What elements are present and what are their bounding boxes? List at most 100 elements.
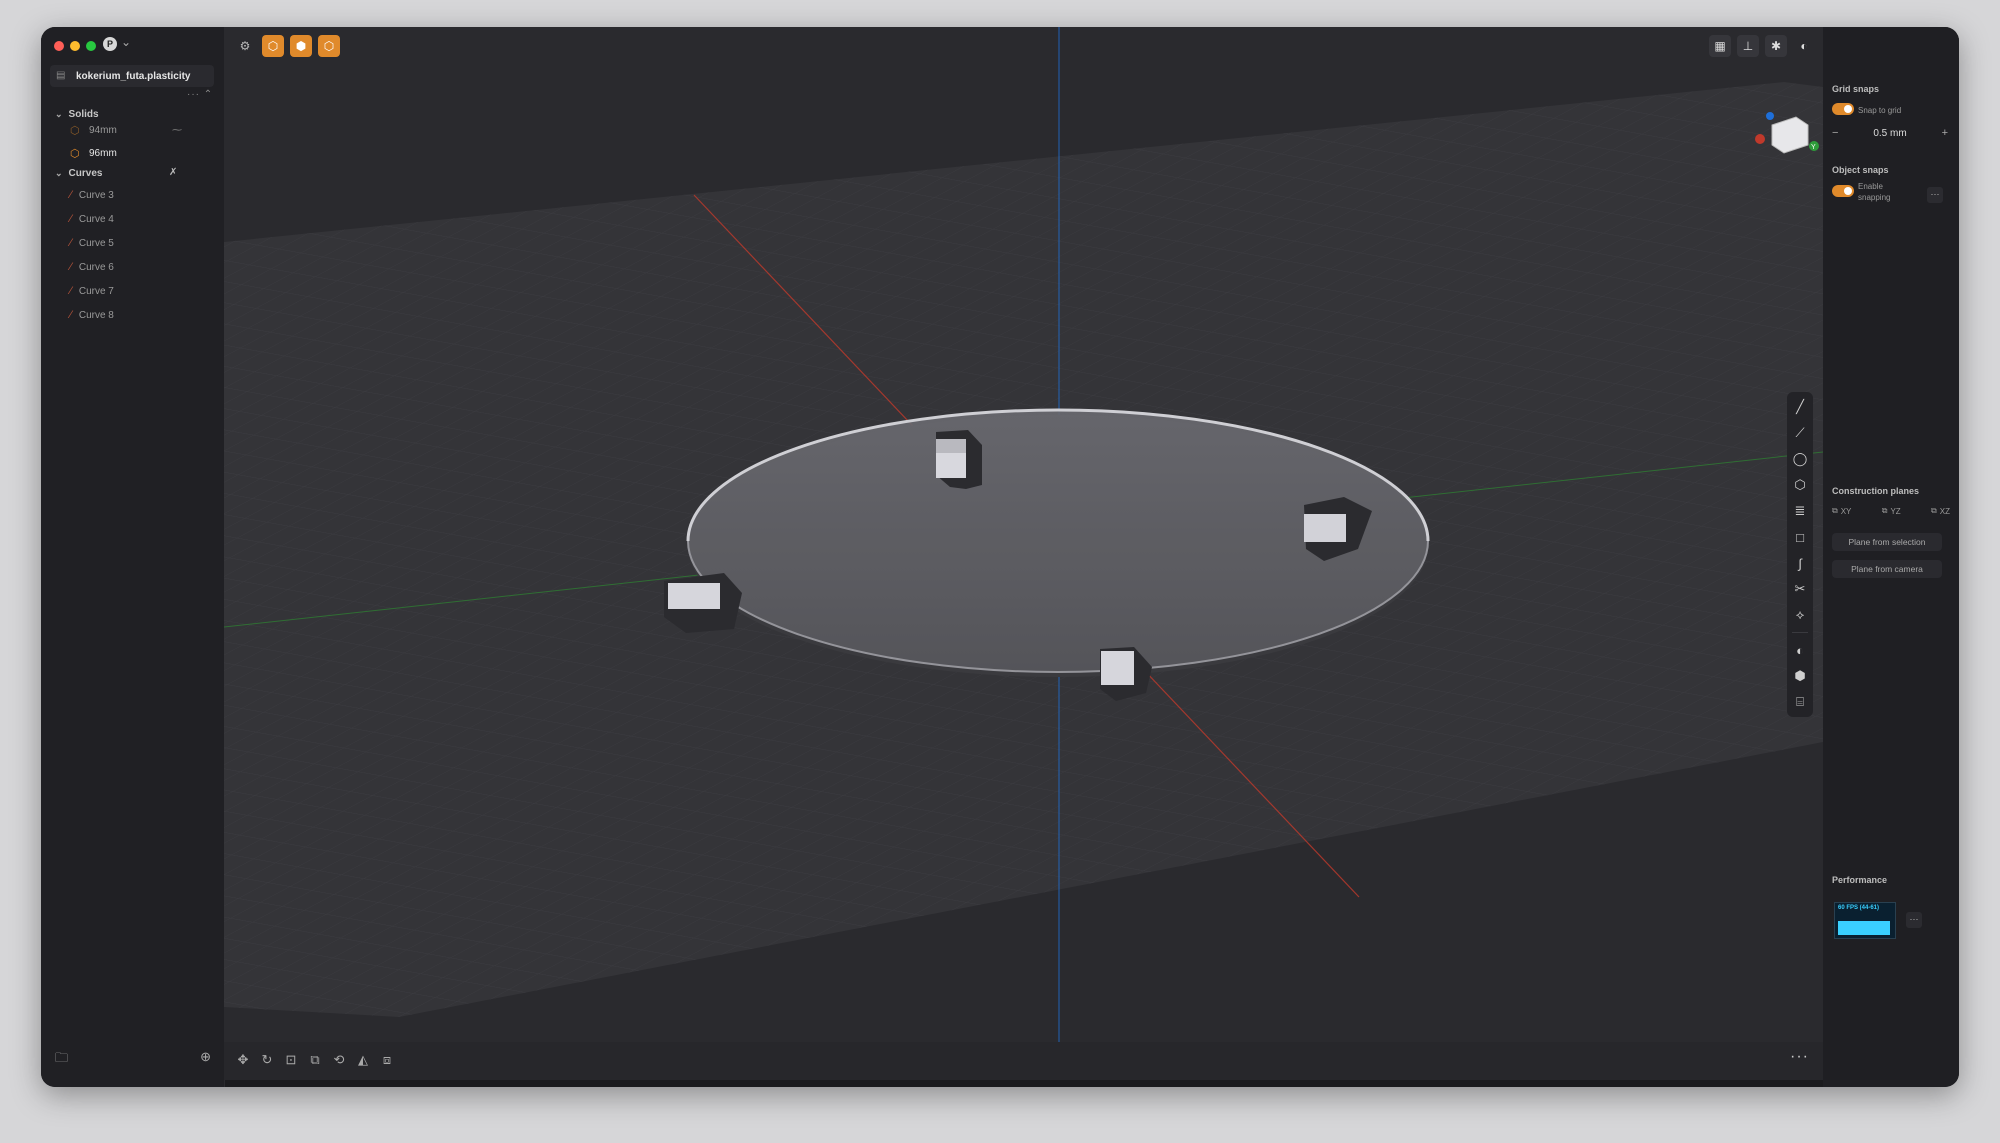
- file-tab[interactable]: ▤ kokerium_futa.plasticity: [50, 65, 214, 87]
- curve-item[interactable]: ⁄ Curve 3: [70, 186, 210, 204]
- curve-item[interactable]: ⁄ Curve 4: [70, 210, 210, 228]
- box-tool-icon[interactable]: ⬢: [1789, 665, 1811, 687]
- render-mode-icon[interactable]: ✱: [1765, 35, 1787, 57]
- project-avatar[interactable]: P: [103, 37, 117, 51]
- construction-planes-list: ⧉ XY ⧉ YZ ⧉ XZ: [1832, 506, 1950, 516]
- plane-icon: ⧉: [1931, 506, 1937, 515]
- chevron-down-icon[interactable]: ⌄: [121, 35, 131, 49]
- zoom-window-button[interactable]: [86, 41, 96, 51]
- outliner-menu-button[interactable]: ··· ⌃: [187, 89, 213, 100]
- increment-button[interactable]: +: [1942, 127, 1948, 139]
- fillet-icon[interactable]: ⟲: [330, 1050, 348, 1070]
- fps-label: 60 FPS (44-61): [1838, 905, 1880, 911]
- chevron-down-icon[interactable]: ⌄: [55, 109, 63, 120]
- curve-icon: ⁄: [70, 261, 72, 273]
- edge-mode-button[interactable]: ⬢: [290, 35, 312, 57]
- enable-snapping-toggle[interactable]: [1832, 185, 1854, 197]
- divider: [1792, 632, 1808, 633]
- axes-icon[interactable]: ⊥: [1737, 35, 1759, 57]
- hide-curves-icon[interactable]: ✗: [169, 167, 177, 178]
- folder-icon[interactable]: 🗀: [55, 1049, 68, 1071]
- curves-group[interactable]: ⌄ Curves: [55, 168, 102, 179]
- grid-icon[interactable]: ▦: [1709, 35, 1731, 57]
- shading-icon[interactable]: ◐: [1793, 35, 1815, 57]
- chevron-down-icon[interactable]: ⌄: [55, 168, 63, 179]
- chevron-up-icon[interactable]: ⌃: [204, 89, 213, 100]
- boolean-icon[interactable]: ⧈: [378, 1050, 396, 1070]
- more-icon: ···: [187, 89, 200, 100]
- curve-label: Curve 7: [78, 285, 114, 297]
- curve-label: Curve 4: [78, 213, 114, 225]
- object-snaps-title: Object snaps: [1832, 165, 1889, 175]
- gizmo-y-label: Y: [1811, 144, 1816, 151]
- grid-size-value[interactable]: 0.5 mm: [1873, 128, 1906, 139]
- curve-icon: ⁄: [70, 189, 72, 201]
- curve-label: Curve 8: [78, 309, 114, 321]
- minimize-window-button[interactable]: [70, 41, 80, 51]
- curve-icon: ⁄: [70, 237, 72, 249]
- curve-label: Curve 6: [78, 261, 114, 273]
- trim-tool-icon[interactable]: ⟡: [1789, 604, 1811, 626]
- rectangle-tool-icon[interactable]: □: [1789, 526, 1811, 548]
- duplicate-icon[interactable]: ⧉: [306, 1050, 324, 1070]
- close-window-button[interactable]: [54, 41, 64, 51]
- scale-icon[interactable]: ⊡: [282, 1050, 300, 1070]
- decrement-button[interactable]: −: [1832, 127, 1838, 139]
- cylinder-solid-icon[interactable]: ⌸: [1789, 691, 1811, 713]
- curves-label: Curves: [68, 168, 103, 179]
- plane-from-camera-button[interactable]: Plane from camera: [1832, 560, 1942, 578]
- polygon-tool-icon[interactable]: ⬡: [1789, 474, 1811, 496]
- scissors-icon[interactable]: ✂: [1789, 578, 1811, 600]
- curve-item[interactable]: ⁄ Curve 8: [70, 306, 210, 324]
- solids-group[interactable]: ⌄ Solids: [55, 109, 99, 120]
- performance-menu-button[interactable]: ···: [1906, 912, 1922, 928]
- plane-label: YZ: [1890, 506, 1901, 516]
- grid-size-stepper[interactable]: − 0.5 mm +: [1832, 124, 1948, 142]
- outliner-sidebar: P ⌄ ▤ kokerium_futa.plasticity ··· ⌃ ⌄ S…: [41, 27, 225, 1087]
- settings-icon[interactable]: ⚙: [234, 35, 256, 57]
- tab-west[interactable]: [664, 573, 742, 633]
- curve-item[interactable]: ⁄ Curve 6: [70, 258, 210, 276]
- document-icon: ▤: [56, 70, 66, 81]
- plane-icon: ⧉: [1881, 506, 1888, 515]
- performance-title: Performance: [1832, 875, 1888, 885]
- more-options-button[interactable]: ···: [1790, 1048, 1809, 1066]
- solid-item-96mm[interactable]: ⬡ 96mm: [70, 144, 210, 162]
- solid-label: 94mm: [89, 124, 117, 136]
- curve-item[interactable]: ⁄ Curve 7: [70, 282, 210, 300]
- solid-item-94mm[interactable]: ⬡ 94mm ⁓: [70, 121, 210, 139]
- plane-xy-button[interactable]: ⧉ XY: [1832, 506, 1851, 516]
- tab-north[interactable]: [936, 430, 982, 489]
- vertex-mode-button[interactable]: ⬡: [262, 35, 284, 57]
- rotate-icon[interactable]: ↻: [258, 1050, 276, 1070]
- enable-label: Enable: [1858, 182, 1883, 191]
- plane-yz-button[interactable]: ⧉ YZ: [1882, 506, 1901, 516]
- curve-label: Curve 3: [78, 189, 114, 201]
- curve-icon: ⁄: [70, 213, 72, 225]
- view-options-toolbar: ▦ ⊥ ✱ ◐: [1709, 35, 1815, 57]
- object-snaps-menu-button[interactable]: ···: [1927, 187, 1943, 203]
- sphere-tool-icon[interactable]: ◐: [1789, 639, 1811, 661]
- line-tool-icon[interactable]: ╱: [1789, 396, 1811, 418]
- face-mode-button[interactable]: ⬡: [318, 35, 340, 57]
- plane-from-selection-button[interactable]: Plane from selection: [1832, 533, 1942, 551]
- eye-off-icon[interactable]: ⁓: [172, 125, 182, 136]
- zoom-in-icon[interactable]: ⊕: [200, 1049, 211, 1071]
- plane-label: XZ: [1939, 506, 1950, 516]
- plane-xz-button[interactable]: ⧉ XZ: [1931, 506, 1950, 516]
- fps-graph: 60 FPS (44-61): [1834, 902, 1896, 939]
- viewport-canvas[interactable]: Y: [224, 27, 1823, 1042]
- curve-label: Curve 5: [78, 237, 114, 249]
- construction-planes-title: Construction planes: [1832, 486, 1920, 496]
- curve-tool-icon[interactable]: ∫: [1789, 552, 1811, 574]
- polyline-tool-icon[interactable]: ⟋: [1789, 422, 1811, 444]
- cylinder-tool-icon[interactable]: ≣: [1789, 500, 1811, 522]
- curve-item[interactable]: ⁄ Curve 5: [70, 234, 210, 252]
- move-icon[interactable]: ✥: [234, 1050, 252, 1070]
- snap-to-grid-toggle[interactable]: [1832, 103, 1854, 115]
- circle-tool-icon[interactable]: ◯: [1789, 448, 1811, 470]
- 3d-viewport[interactable]: Y ⚙ ⬡ ⬢ ⬡ ▦ ⊥ ✱ ◐ ╱ ⟋ ◯ ⬡ ≣ □ ∫ ✂ ⟡ ◐ ⬢ …: [224, 27, 1823, 1042]
- mirror-icon[interactable]: ◭: [354, 1050, 372, 1070]
- plane-icon: ⧉: [1832, 506, 1838, 515]
- selection-mode-toolbar: ⚙ ⬡ ⬢ ⬡: [234, 35, 340, 57]
